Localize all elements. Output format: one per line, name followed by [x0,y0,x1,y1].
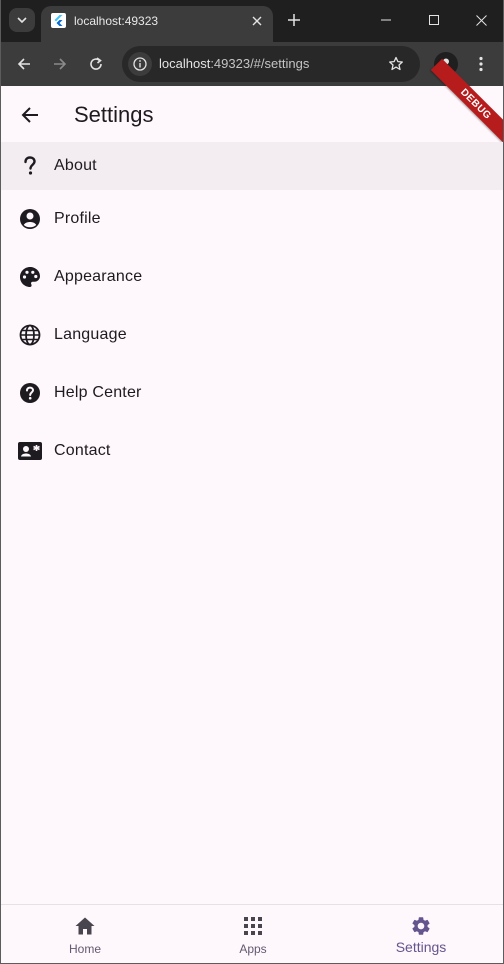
close-icon [475,14,487,26]
home-icon [73,914,97,938]
reload-icon [90,57,102,70]
minimize-button[interactable] [371,8,401,32]
url-text: localhost:49323/#/settings [159,56,309,71]
nav-item-settings[interactable]: Settings [337,905,503,963]
arrow-back-icon [21,107,38,123]
apps-grid-icon [241,914,265,938]
arrow-right-icon [54,58,67,70]
nav-label: Home [68,942,101,956]
tab-close-icon[interactable] [248,12,266,30]
menu-item-language[interactable]: Language [1,306,503,364]
app-bar: Settings [1,86,503,142]
menu-item-contact[interactable]: Contact [1,422,503,480]
question-mark-icon [18,154,42,178]
globe-icon [18,323,42,347]
menu-item-label: Appearance [54,268,143,285]
plus-icon [288,14,300,26]
url-host: localhost [159,56,211,71]
menu-item-profile[interactable]: Profile [1,190,503,248]
help-circle-icon [18,381,42,405]
menu-item-label: Language [54,326,127,343]
url-path: :49323/#/settings [210,56,310,71]
new-tab-button[interactable] [284,10,304,30]
back-button[interactable] [15,100,45,130]
palette-icon [18,265,42,289]
page-title: Settings [74,102,154,127]
bookmark-star-icon[interactable] [385,54,407,74]
menu-item-label: Help Center [54,384,142,401]
nav-label: Settings [395,939,447,955]
close-window-button[interactable] [466,8,496,32]
browser-toolbar: localhost:49323/#/settings [1,42,503,86]
tab-search-button[interactable] [9,8,35,32]
settings-menu: About Profile Appearance Language Help C… [1,142,503,480]
forward-nav-button[interactable] [47,52,73,76]
reload-button[interactable] [83,52,109,76]
browser-window: localhost:49323 localhost:49323/#/settin… [0,0,504,964]
tab-title: localhost:49323 [74,14,159,28]
back-nav-button[interactable] [11,52,37,76]
minimize-icon [381,19,391,21]
account-circle-icon [18,207,42,231]
flutter-favicon-icon [51,13,66,28]
browser-titlebar: localhost:49323 [1,0,503,42]
menu-item-label: Contact [54,442,111,459]
browser-menu-icon[interactable] [471,52,491,76]
nav-item-apps[interactable]: Apps [169,905,337,963]
nav-item-home[interactable]: Home [1,905,169,963]
address-bar[interactable]: localhost:49323/#/settings [122,46,420,82]
maximize-button[interactable] [419,8,449,32]
contact-card-icon [18,439,42,463]
bottom-navigation: Home Apps Settings [1,904,503,963]
arrow-left-icon [17,58,30,70]
menu-item-appearance[interactable]: Appearance [1,248,503,306]
gear-icon [409,914,433,938]
chevron-down-icon [17,17,27,23]
browser-tab[interactable]: localhost:49323 [41,6,273,42]
menu-item-label: About [54,157,97,174]
site-info-icon[interactable] [128,52,152,76]
menu-item-about[interactable]: About [1,142,503,190]
maximize-icon [429,15,439,25]
menu-item-label: Profile [54,210,101,227]
menu-item-help-center[interactable]: Help Center [1,364,503,422]
flutter-app: Settings DEBUG About Profile Appearance … [1,58,503,963]
nav-label: Apps [239,942,267,956]
